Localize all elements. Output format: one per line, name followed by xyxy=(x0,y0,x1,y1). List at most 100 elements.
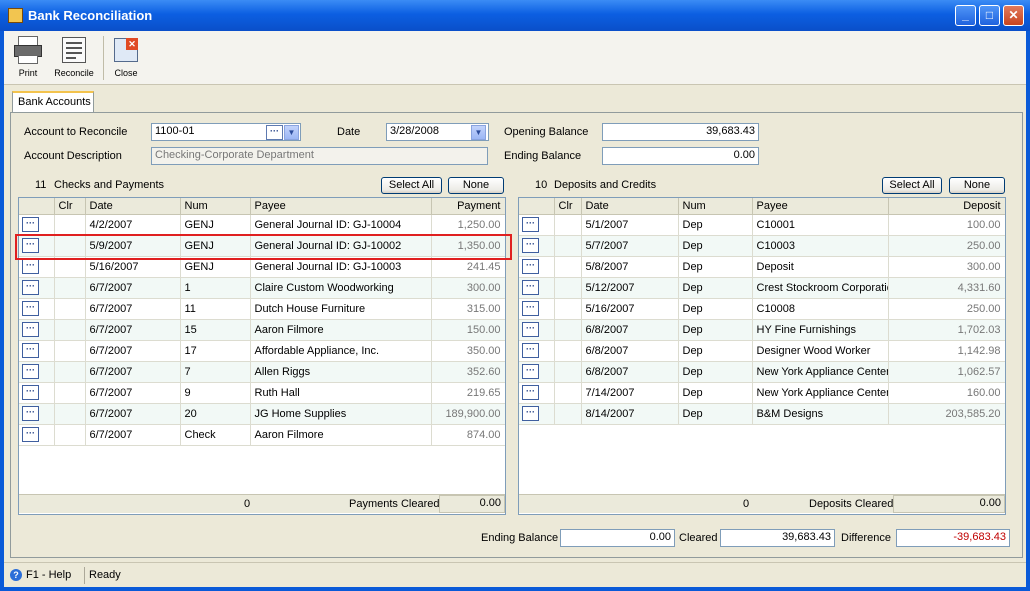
cell-clr[interactable] xyxy=(54,382,86,404)
title-bar[interactable]: Bank Reconciliation _ □ ✕ xyxy=(0,0,1030,31)
cell-amount: 219.65 xyxy=(431,382,505,404)
col-clr[interactable]: Clr xyxy=(554,198,582,215)
table-row[interactable]: ··· 6/7/2007 20 JG Home Supplies 189,900.00 xyxy=(19,403,505,425)
cell-clr[interactable] xyxy=(554,214,582,236)
cell-clr[interactable] xyxy=(554,277,582,299)
table-row[interactable]: ··· 6/7/2007 15 Aaron Filmore 150.00 xyxy=(19,319,505,341)
col-payee[interactable]: Payee xyxy=(752,198,889,215)
table-row[interactable]: ··· 6/8/2007 Dep Designer Wood Worker 1,142.… xyxy=(519,340,1005,362)
close-button[interactable]: ✕ Close xyxy=(108,35,144,78)
table-row[interactable]: ··· 6/8/2007 Dep New York Appliance Center 1… xyxy=(519,361,1005,383)
cell-clr[interactable] xyxy=(554,340,582,362)
date-value: 3/28/2008 xyxy=(390,125,439,137)
cell-clr[interactable] xyxy=(554,403,582,425)
cell-clr[interactable] xyxy=(554,256,582,278)
cell-clr[interactable] xyxy=(554,319,582,341)
row-detail-icon[interactable]: ··· xyxy=(522,258,539,274)
table-row[interactable]: ··· 6/7/2007 1 Claire Custom Woodworking 300… xyxy=(19,277,505,299)
col-date[interactable]: Date xyxy=(85,198,181,215)
minimize-button[interactable]: _ xyxy=(955,5,976,26)
table-row[interactable]: ··· 5/1/2007 Dep C10001 100.00 xyxy=(519,214,1005,236)
deposits-none-button[interactable]: None xyxy=(949,177,1005,194)
row-detail-icon[interactable]: ··· xyxy=(522,237,539,253)
col-payee[interactable]: Payee xyxy=(250,198,432,215)
table-row[interactable]: ··· 5/16/2007 Dep C10008 250.00 xyxy=(519,298,1005,320)
table-row[interactable]: ··· 6/7/2007 17 Affordable Appliance, Inc. 3… xyxy=(19,340,505,362)
checks-footer: 0 Payments Cleared 0.00 xyxy=(19,494,505,513)
account-input[interactable]: 1100-01 ··· ▼ xyxy=(151,123,301,141)
maximize-button[interactable]: □ xyxy=(979,5,1000,26)
help-icon: ? xyxy=(10,569,22,582)
row-detail-icon[interactable]: ··· xyxy=(22,216,39,232)
cell-clr[interactable] xyxy=(554,382,582,404)
row-detail-icon[interactable]: ··· xyxy=(522,300,539,316)
cell-clr[interactable] xyxy=(554,235,582,257)
ending-balance-field[interactable]: 0.00 xyxy=(602,147,759,165)
cell-clr[interactable] xyxy=(54,277,86,299)
cell-clr[interactable] xyxy=(54,361,86,383)
account-lookup-icon[interactable]: ··· xyxy=(266,125,283,140)
col-clr[interactable]: Clr xyxy=(54,198,86,215)
row-detail-icon[interactable]: ··· xyxy=(22,363,39,379)
row-detail-icon[interactable]: ··· xyxy=(22,300,39,316)
table-row[interactable]: ··· 6/7/2007 Check Aaron Filmore 874.00 xyxy=(19,424,505,446)
opening-balance-field[interactable]: 39,683.43 xyxy=(602,123,759,141)
table-row[interactable]: ··· 4/2/2007 GENJ General Journal ID: GJ-10… xyxy=(19,214,505,236)
row-detail-icon[interactable]: ··· xyxy=(22,342,39,358)
date-input[interactable]: 3/28/2008 ▼ xyxy=(386,123,489,141)
help-label: F1 - Help xyxy=(26,569,72,581)
cell-clr[interactable] xyxy=(54,403,86,425)
col-deposit[interactable]: Deposit xyxy=(888,198,1005,215)
row-detail-icon[interactable]: ··· xyxy=(22,384,39,400)
help-status[interactable]: ? F1 - Help xyxy=(10,569,72,582)
row-detail-icon[interactable]: ··· xyxy=(522,216,539,232)
table-row[interactable]: ··· 6/8/2007 Dep HY Fine Furnishings 1,702.0… xyxy=(519,319,1005,341)
cell-clr[interactable] xyxy=(54,214,86,236)
checks-none-button[interactable]: None xyxy=(448,177,504,194)
row-detail-icon[interactable]: ··· xyxy=(22,321,39,337)
cell-payee: Aaron Filmore xyxy=(250,424,432,446)
chevron-down-icon[interactable]: ▼ xyxy=(284,125,299,140)
row-detail-icon[interactable]: ··· xyxy=(522,384,539,400)
row-detail-icon[interactable]: ··· xyxy=(522,279,539,295)
row-detail-icon[interactable]: ··· xyxy=(22,279,39,295)
table-row[interactable]: ··· 5/12/2007 Dep Crest Stockroom Corporati… xyxy=(519,277,1005,299)
summary-ending-balance-field: 0.00 xyxy=(560,529,675,547)
col-date[interactable]: Date xyxy=(581,198,679,215)
row-detail-icon[interactable]: ··· xyxy=(522,363,539,379)
cell-clr[interactable] xyxy=(554,298,582,320)
table-row[interactable]: ··· 7/14/2007 Dep New York Appliance Center… xyxy=(519,382,1005,404)
close-window-button[interactable]: ✕ xyxy=(1003,5,1024,26)
row-detail-icon[interactable]: ··· xyxy=(522,405,539,421)
deposits-select-all-button[interactable]: Select All xyxy=(882,177,942,194)
col-payment[interactable]: Payment xyxy=(431,198,505,215)
cell-num: Dep xyxy=(678,256,753,278)
table-row[interactable]: ··· 8/14/2007 Dep B&M Designs 203,585.20 xyxy=(519,403,1005,425)
cell-date: 5/1/2007 xyxy=(581,214,679,236)
deposits-cleared-value: 0.00 xyxy=(893,495,1005,513)
col-num[interactable]: Num xyxy=(678,198,753,215)
table-row[interactable]: ··· 5/8/2007 Dep Deposit 300.00 xyxy=(519,256,1005,278)
row-detail-icon[interactable]: ··· xyxy=(22,405,39,421)
table-row[interactable]: ··· 5/7/2007 Dep C10003 250.00 xyxy=(519,235,1005,257)
cell-clr[interactable] xyxy=(54,319,86,341)
checks-select-all-button[interactable]: Select All xyxy=(381,177,442,194)
row-detail-icon[interactable]: ··· xyxy=(522,342,539,358)
reconcile-button[interactable]: Reconcile xyxy=(50,35,98,78)
row-detail-icon[interactable]: ··· xyxy=(22,426,39,442)
table-row[interactable]: ··· 6/7/2007 11 Dutch House Furniture 315.00 xyxy=(19,298,505,320)
table-row[interactable]: ··· 6/7/2007 9 Ruth Hall 219.65 xyxy=(19,382,505,404)
table-row[interactable]: ··· 6/7/2007 7 Allen Riggs 352.60 xyxy=(19,361,505,383)
col-num[interactable]: Num xyxy=(180,198,251,215)
row-detail-icon[interactable]: ··· xyxy=(522,321,539,337)
cell-clr[interactable] xyxy=(54,340,86,362)
print-button[interactable]: Print xyxy=(10,35,46,78)
cell-clr[interactable] xyxy=(54,298,86,320)
cell-payee: New York Appliance Center xyxy=(752,361,889,383)
row-detail-icon[interactable]: ··· xyxy=(22,258,39,274)
calendar-dropdown-icon[interactable]: ▼ xyxy=(471,125,486,140)
cell-clr[interactable] xyxy=(554,361,582,383)
cell-clr[interactable] xyxy=(54,424,86,446)
close-icon: ✕ xyxy=(111,35,141,65)
tab-bank-accounts[interactable]: Bank Accounts xyxy=(12,91,94,113)
